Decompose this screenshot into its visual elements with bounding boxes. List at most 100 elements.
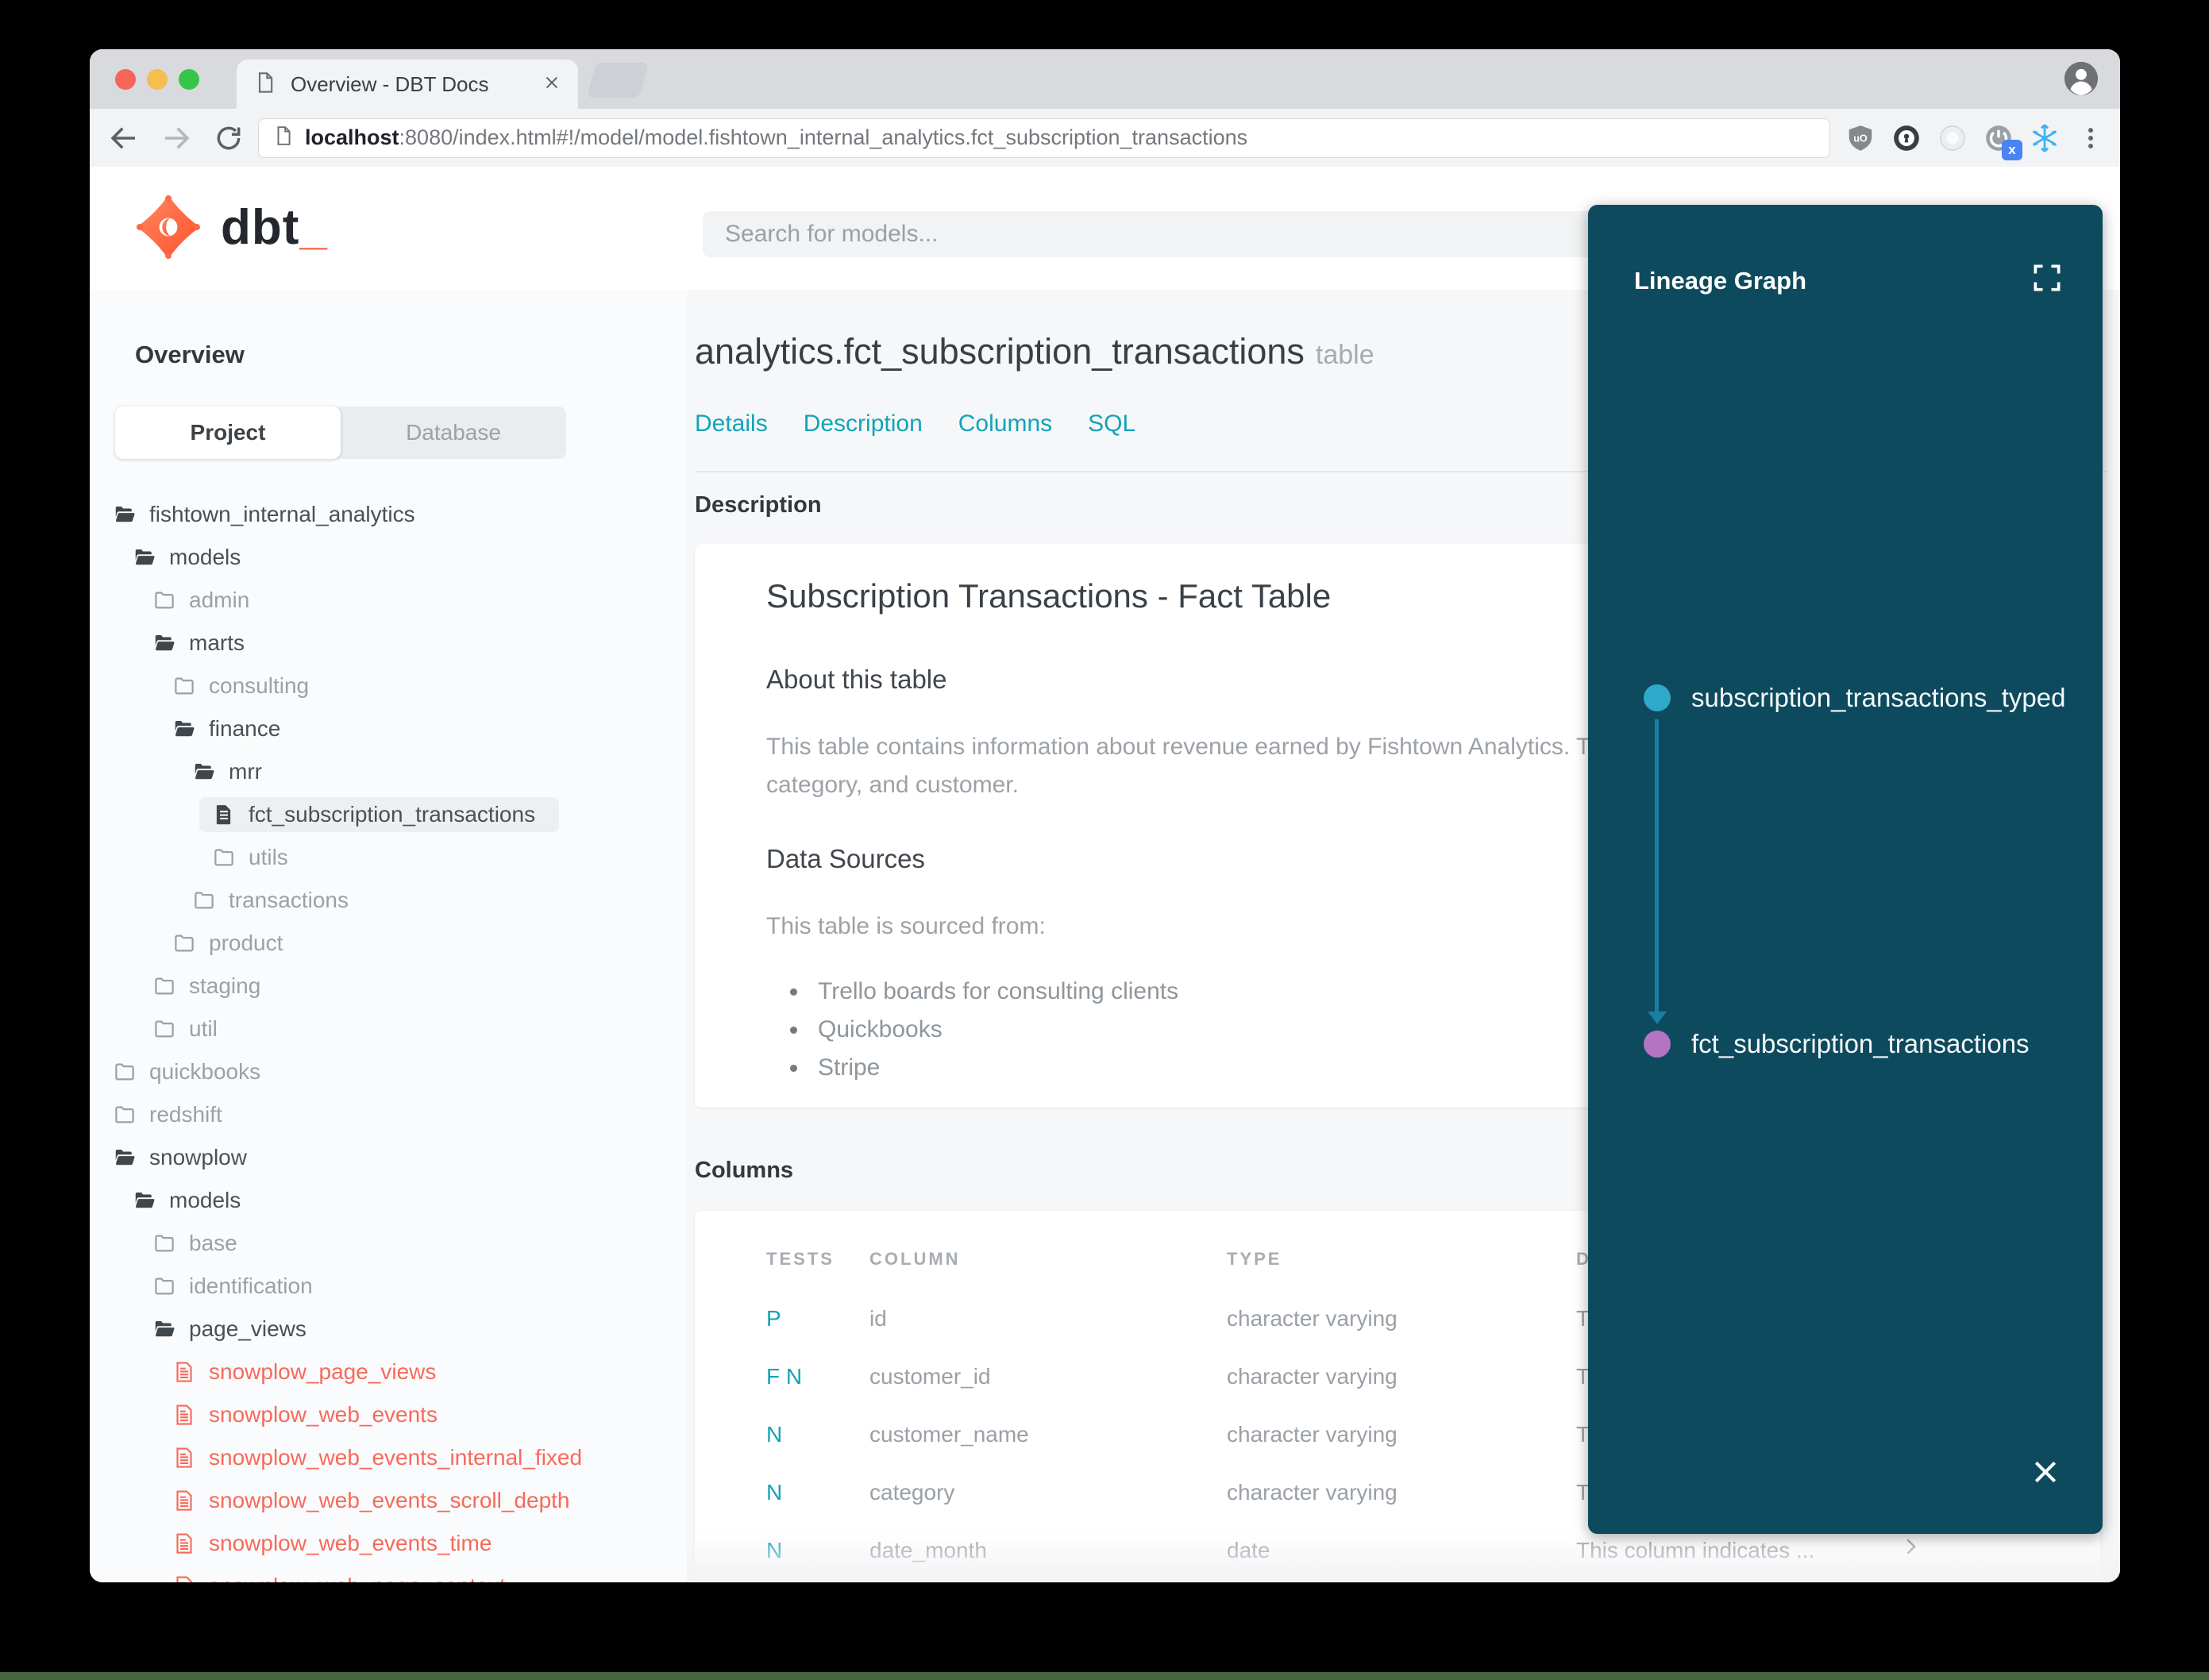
folder-open-icon: [135, 1193, 155, 1208]
tree-item-snowplow_page_views[interactable]: snowplow_page_views: [90, 1351, 687, 1393]
dbt-logo-icon: [136, 195, 201, 260]
folder-closed-icon: [155, 977, 174, 995]
close-icon[interactable]: [2030, 1456, 2061, 1488]
back-button[interactable]: [106, 120, 142, 156]
expand-icon[interactable]: [2030, 260, 2064, 295]
onetab-extension-icon[interactable]: [1937, 122, 1968, 154]
nav-link-columns[interactable]: Columns: [958, 410, 1052, 437]
url-bar[interactable]: localhost :8080/index.html#!/model/model…: [258, 118, 1830, 158]
file-icon: [176, 1404, 192, 1425]
header-tests: TESTS: [766, 1249, 835, 1269]
lineage-node-subscription_transactions_typed[interactable]: subscription_transactions_typed: [1644, 683, 2065, 713]
file-icon: [176, 1576, 192, 1582]
forward-button[interactable]: [158, 120, 195, 156]
nav-link-sql[interactable]: SQL: [1088, 410, 1135, 437]
page-icon: [273, 125, 294, 150]
page-favicon-icon: [254, 71, 276, 98]
tab-close-icon[interactable]: [543, 74, 561, 95]
folder-open-icon: [135, 549, 155, 565]
tree-item-fishtown_internal_analytics[interactable]: fishtown_internal_analytics: [90, 493, 687, 536]
file-tree: fishtown_internal_analytics models admin ma…: [90, 493, 687, 1582]
onepassword-extension-icon[interactable]: [1891, 122, 1922, 154]
tree-item-util[interactable]: util: [90, 1008, 687, 1050]
new-tab-button[interactable]: [586, 63, 650, 98]
project-database-toggle: Project Database: [115, 407, 566, 459]
tree-item-snowplow_web_events_time[interactable]: snowplow_web_events_time: [90, 1522, 687, 1565]
column-cell: category: [869, 1480, 955, 1505]
nav-link-details[interactable]: Details: [695, 410, 768, 437]
tests-cell: F N: [766, 1364, 803, 1389]
ublock-extension-icon[interactable]: uO: [1845, 122, 1876, 154]
refresh-button[interactable]: [210, 120, 247, 156]
tree-item-fct_subscription_transactions[interactable]: fct_subscription_transactions: [90, 793, 687, 836]
tab-strip: Overview - DBT Docs: [90, 49, 2120, 109]
folder-closed-icon: [214, 849, 233, 866]
tree-item-marts[interactable]: marts: [90, 622, 687, 665]
lineage-title: Lineage Graph: [1634, 267, 1807, 295]
tree-item-transactions[interactable]: transactions: [90, 879, 687, 922]
type-cell: character varying: [1227, 1422, 1397, 1447]
file-icon: [176, 1533, 192, 1554]
sources-heading: Data Sources: [766, 844, 925, 873]
power-extension-icon[interactable]: x: [1983, 122, 2022, 160]
folder-closed-icon: [155, 1235, 174, 1252]
folder-open-icon: [115, 507, 135, 522]
tree-item-snowplow_web_page_context[interactable]: snowplow_web_page_context: [90, 1565, 687, 1582]
folder-closed-icon: [195, 892, 214, 909]
node-dot: [1644, 684, 1671, 711]
tree-item-identification[interactable]: identification: [90, 1265, 687, 1308]
sidebar: Overview Project Database fishtown_inter…: [90, 290, 688, 1582]
browser-window: Overview - DBT Docs localhost :8080/inde…: [90, 49, 2120, 1582]
folder-open-icon: [175, 721, 195, 737]
source-item: Stripe: [790, 1049, 1178, 1087]
zoom-window-button[interactable]: [179, 69, 199, 90]
description-section-label: Description: [695, 492, 822, 518]
profile-avatar[interactable]: [2063, 60, 2099, 97]
file-icon: [176, 1490, 192, 1511]
tree-item-page_views[interactable]: page_views: [90, 1308, 687, 1351]
tree-item-product[interactable]: product: [90, 922, 687, 965]
file-icon: [176, 1362, 192, 1382]
tree-item-snowplow_web_events_scroll_depth[interactable]: snowplow_web_events_scroll_depth: [90, 1479, 687, 1522]
tree-item-base[interactable]: base: [90, 1222, 687, 1265]
doc-heading: Subscription Transactions - Fact Table: [766, 577, 1332, 615]
tree-item-quickbooks[interactable]: quickbooks: [90, 1050, 687, 1093]
tree-item-admin[interactable]: admin: [90, 579, 687, 622]
browser-menu-icon[interactable]: [2075, 122, 2107, 154]
snowflake-extension-icon[interactable]: [2029, 122, 2061, 154]
tab-project[interactable]: Project: [115, 407, 341, 459]
tree-item-staging[interactable]: staging: [90, 965, 687, 1008]
tests-cell: N: [766, 1480, 783, 1505]
column-cell: customer_id: [869, 1364, 991, 1389]
tree-item-consulting[interactable]: consulting: [90, 665, 687, 707]
tree-item-snowplow_web_events[interactable]: snowplow_web_events: [90, 1393, 687, 1436]
tree-item-models[interactable]: models: [90, 1179, 687, 1222]
tree-item-redshift[interactable]: redshift: [90, 1093, 687, 1136]
minimize-window-button[interactable]: [147, 69, 168, 90]
search-input[interactable]: [703, 211, 1640, 257]
tree-item-snowplow_web_events_internal_fixed[interactable]: snowplow_web_events_internal_fixed: [90, 1436, 687, 1479]
type-cell: character varying: [1227, 1480, 1397, 1505]
browser-tab[interactable]: Overview - DBT Docs: [237, 60, 578, 109]
source-item: Trello boards for consulting clients: [790, 973, 1178, 1011]
tree-item-models[interactable]: models: [90, 536, 687, 579]
page-title-suffix: table: [1315, 340, 1374, 370]
tab-database[interactable]: Database: [341, 407, 566, 459]
folder-closed-icon: [175, 677, 194, 695]
lineage-node-fct_subscription_transactions[interactable]: fct_subscription_transactions: [1644, 1029, 2030, 1059]
type-cell: character varying: [1227, 1306, 1397, 1331]
tree-item-mrr[interactable]: mrr: [90, 750, 687, 793]
nav-link-description[interactable]: Description: [804, 410, 923, 437]
svg-text:uO: uO: [1853, 133, 1868, 144]
column-cell: customer_name: [869, 1422, 1029, 1447]
close-window-button[interactable]: [115, 69, 136, 90]
sources-list: Trello boards for consulting clients Qui…: [790, 973, 1178, 1087]
tree-item-utils[interactable]: utils: [90, 836, 687, 879]
folder-closed-icon: [115, 1106, 134, 1123]
folder-closed-icon: [175, 934, 194, 952]
dbt-logo[interactable]: dbt_: [133, 192, 328, 262]
tree-item-finance[interactable]: finance: [90, 707, 687, 750]
tree-item-snowplow[interactable]: snowplow: [90, 1136, 687, 1179]
url-host: localhost: [305, 125, 399, 149]
tests-cell: P: [766, 1306, 781, 1331]
